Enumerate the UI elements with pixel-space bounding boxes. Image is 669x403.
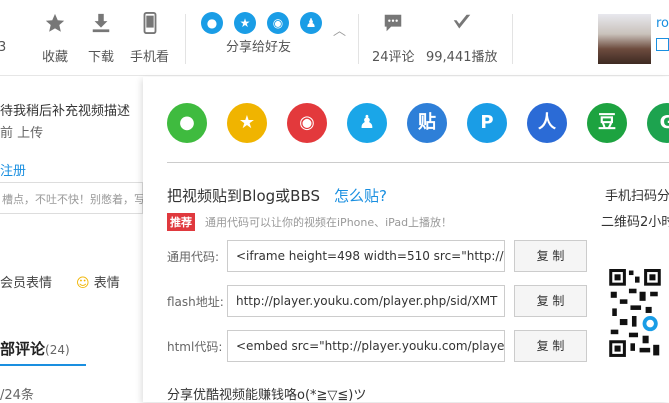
all-comments-heading: 部评论(24) [0, 340, 70, 358]
mobile-scan-title: 手机扫码分 [605, 189, 669, 204]
star-icon [45, 13, 65, 32]
upload-time: 前 上传 [0, 126, 44, 141]
how-to-link[interactable]: 怎么贴? [334, 187, 387, 205]
share-friends-label[interactable]: 分享给好友 [226, 36, 291, 55]
pengyou-icon[interactable]: P [467, 103, 507, 143]
phone-icon [143, 12, 156, 34]
comment-icon [385, 14, 402, 32]
more-share-icon[interactable]: G [647, 103, 669, 143]
member-emoji-link[interactable]: 会员表情 [0, 272, 52, 291]
emoji-button[interactable]: ☺ 表情 [76, 272, 120, 291]
comments-button[interactable]: 24评论 [372, 12, 415, 65]
divider [512, 14, 513, 64]
separator [167, 162, 669, 163]
download-icon [92, 13, 110, 33]
divider [185, 14, 186, 64]
qq-icon[interactable]: ♟ [347, 103, 387, 143]
plays-stat: 99,441播放 [426, 12, 498, 65]
register-link[interactable]: 注册 [0, 160, 26, 179]
top-toolbar: 3 收藏 下载 手机看 ● ★ ◉ ♟ ︿ 分享给好友 24评论 99,441播… [0, 0, 669, 76]
renren-icon[interactable]: 人 [527, 103, 567, 143]
flash-url-field[interactable]: http://player.youku.com/player.php/sid/X… [227, 285, 505, 317]
username-partial[interactable]: ro [656, 16, 669, 31]
qr-hint: 二维码2小时 [601, 215, 669, 230]
wechat-small-icon[interactable]: ● [201, 12, 223, 34]
blog-bbs-title: 把视频贴到Blog或BBS 怎么贴? [167, 187, 387, 205]
recommend-badge: 推荐 [167, 213, 195, 231]
wechat-icon[interactable]: ● [167, 103, 207, 143]
download-label: 下载 [88, 50, 115, 65]
html-code-field[interactable]: <embed src="http://player.youku.com/play… [227, 330, 505, 362]
video-description: 待我稍后补充视频描述 [0, 104, 131, 119]
copy-html-button[interactable]: 复 制 [514, 330, 587, 362]
plays-label: 99,441播放 [426, 50, 498, 65]
qzone-small-icon[interactable]: ★ [234, 12, 256, 34]
weibo-small-icon[interactable]: ◉ [267, 12, 289, 34]
user-avatar[interactable] [598, 14, 651, 64]
share-popup-panel: ● ★ ◉ ♟ 贴 P 人 豆 G 把视频贴到Blog或BBS 怎么贴? 推荐 通… [143, 77, 669, 403]
copy-flash-button[interactable]: 复 制 [514, 285, 587, 317]
qr-code [609, 269, 661, 363]
universal-code-label: 通用代码: [167, 250, 220, 264]
tieba-icon[interactable]: 贴 [407, 103, 447, 143]
universal-code-field[interactable]: <iframe height=498 width=510 src="http:/… [227, 240, 505, 272]
chevron-up-icon[interactable]: ︿ [333, 20, 346, 39]
recommend-tip: 通用代码可以让你的视频在iPhone、iPad上播放！ [205, 216, 453, 229]
pagination-info: /24条 [0, 388, 34, 403]
comments-label: 24评论 [372, 50, 415, 65]
edge-count: 3 [0, 40, 7, 55]
collect-label: 收藏 [42, 50, 69, 65]
active-tab-underline [0, 364, 86, 366]
mobile-label: 手机看 [130, 50, 170, 65]
html-code-label: html代码: [167, 340, 223, 354]
copy-universal-button[interactable]: 复 制 [514, 240, 587, 272]
smiley-icon: ☺ [76, 276, 90, 291]
user-badge [656, 38, 669, 51]
play-check-icon [453, 14, 470, 29]
divider [358, 14, 359, 64]
qzone-icon[interactable]: ★ [227, 103, 267, 143]
video-info-sidebar: 待我稍后补充视频描述 前 上传 注册 槽点，不吐不快！别憋着，写 会员表情 ☺ … [0, 76, 145, 403]
weibo-icon[interactable]: ◉ [287, 103, 327, 143]
douban-icon[interactable]: 豆 [587, 103, 627, 143]
qq-small-icon[interactable]: ♟ [300, 12, 322, 34]
flash-url-label: flash地址: [167, 295, 224, 309]
download-button[interactable]: 下载 [88, 12, 114, 65]
collect-button[interactable]: 收藏 [42, 12, 68, 65]
comment-input[interactable]: 槽点，不吐不快！别憋着，写 [0, 182, 145, 214]
earn-money-text: 分享优酷视频能赚钱咯o(*≧▽≦)ツ [167, 388, 367, 403]
mobile-watch-button[interactable]: 手机看 [130, 12, 169, 65]
